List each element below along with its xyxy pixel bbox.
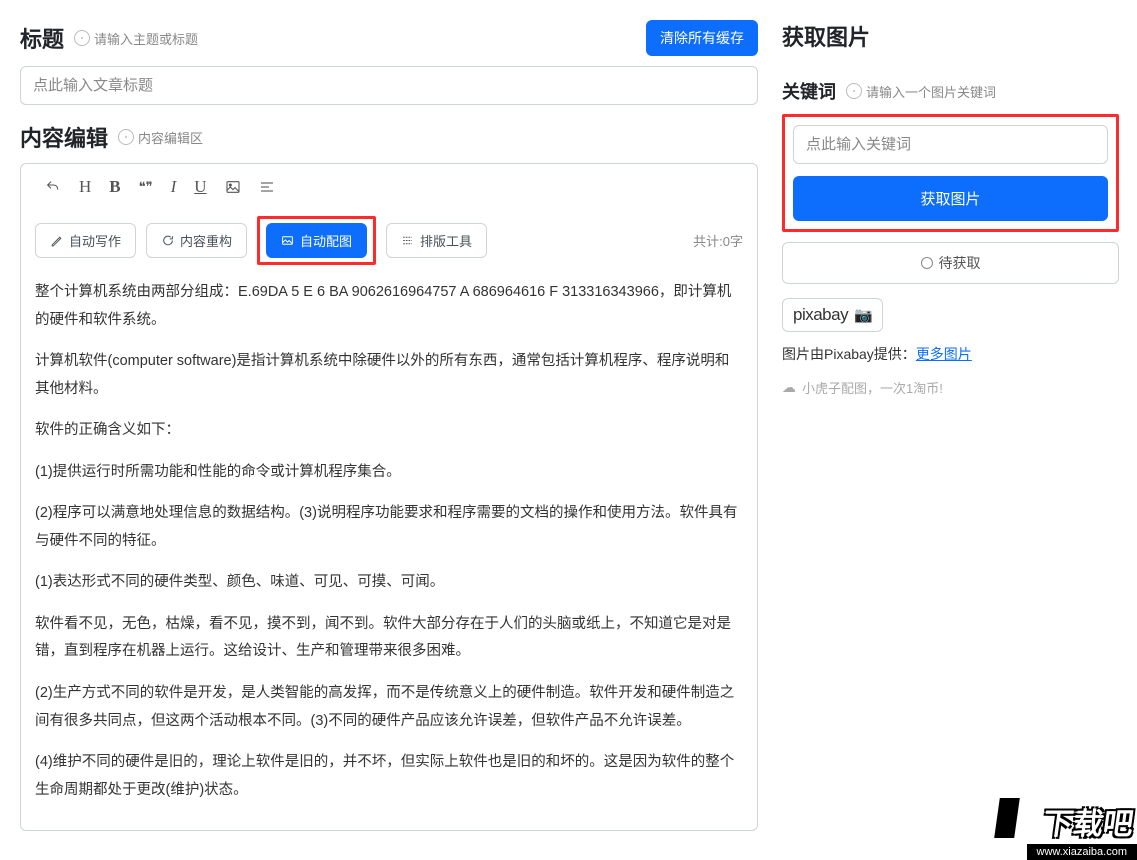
watermark: 下载吧 www.xiazaiba.com: [979, 782, 1137, 860]
keyword-label: 关键词: [782, 78, 836, 104]
word-count: 共计:0字: [693, 231, 743, 250]
fetch-image-title: 获取图片: [782, 20, 870, 52]
watermark-url: www.xiazaiba.com: [1027, 844, 1137, 860]
auto-write-button[interactable]: 自动写作: [35, 223, 136, 258]
keyword-hint: 请输入一个图片关键词: [846, 82, 996, 101]
pending-button[interactable]: 待获取: [782, 242, 1119, 284]
italic-button[interactable]: I: [171, 178, 177, 195]
article-title-input[interactable]: [20, 66, 758, 105]
credit-prefix: 图片由Pixabay提供：: [782, 346, 916, 362]
content-paragraph: (2)生产方式不同的软件是开发，是人类智能的高发挥，而不是传统意义上的硬件制造。…: [35, 680, 743, 735]
footer-note-text: 小虎子配图，一次1淘币!: [802, 378, 943, 397]
circle-icon: [921, 257, 933, 269]
auto-write-label: 自动写作: [69, 231, 121, 250]
auto-image-label: 自动配图: [300, 231, 352, 250]
editor-box: H B ❝❞ I U 自动写作 内容重构: [20, 163, 758, 831]
title-section-label: 标题: [20, 22, 64, 54]
content-paragraph: (1)表达形式不同的硬件类型、颜色、味道、可见、可摸、可闻。: [35, 569, 743, 597]
undo-icon[interactable]: [45, 179, 61, 195]
content-paragraph: 软件看不见，无色，枯燥，看不见，摸不到，闻不到。软件大部分存在于人们的头脑或纸上…: [35, 611, 743, 666]
content-paragraph: 计算机软件(computer software)是指计算机系统中除硬件以外的所有…: [35, 348, 743, 403]
editor-section-label: 内容编辑: [20, 121, 108, 153]
content-paragraph: 整个计算机系统由两部分组成：E.69DA 5 E 6 BA 9062616964…: [35, 279, 743, 334]
watermark-text: 下载吧: [1041, 810, 1135, 840]
side-highlight: 获取图片: [782, 114, 1119, 232]
rebuild-button[interactable]: 内容重构: [146, 223, 247, 258]
layout-tool-label: 排版工具: [420, 231, 472, 250]
quote-button[interactable]: ❝❞: [139, 180, 153, 193]
rebuild-label: 内容重构: [180, 231, 232, 250]
content-paragraph: (1)提供运行时所需功能和性能的命令或计算机程序集合。: [35, 459, 743, 487]
title-section-hint: 请输入主题或标题: [74, 29, 198, 48]
clear-cache-button[interactable]: 清除所有缓存: [646, 20, 758, 56]
auto-image-button[interactable]: 自动配图: [266, 223, 367, 258]
keyword-input[interactable]: [793, 125, 1108, 164]
underline-button[interactable]: U: [194, 178, 206, 195]
content-paragraph: (4)维护不同的硬件是旧的，理论上软件是旧的，并不坏，但实际上软件也是旧的和坏的…: [35, 749, 743, 804]
auto-image-highlight: 自动配图: [257, 216, 376, 265]
bold-button[interactable]: B: [109, 178, 120, 195]
fetch-image-button[interactable]: 获取图片: [793, 176, 1108, 221]
content-paragraph: 软件的正确含义如下：: [35, 417, 743, 445]
cloud-icon: ☁: [782, 379, 796, 396]
heading-button[interactable]: H: [79, 178, 91, 195]
editor-section-hint: 内容编辑区: [118, 128, 203, 147]
pending-label: 待获取: [939, 253, 981, 273]
image-icon[interactable]: [225, 179, 241, 195]
pixabay-badge: pixabay 📷: [782, 298, 883, 332]
editor-content[interactable]: 整个计算机系统由两部分组成：E.69DA 5 E 6 BA 9062616964…: [35, 279, 743, 804]
camera-icon: 📷: [854, 306, 872, 324]
content-paragraph: (2)程序可以满意地处理信息的数据结构。(3)说明程序功能要求和程序需要的文档的…: [35, 500, 743, 555]
pixabay-text: pixabay: [793, 305, 848, 325]
layout-tool-button[interactable]: 排版工具: [386, 223, 487, 258]
more-images-link[interactable]: 更多图片: [916, 346, 972, 362]
align-left-icon[interactable]: [259, 179, 275, 195]
